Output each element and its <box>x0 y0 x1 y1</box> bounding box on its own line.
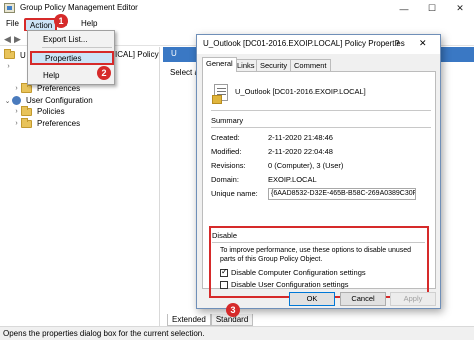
tree-pane: U ICAL] Policy › › Preferences ⌄ User Co… <box>0 47 160 326</box>
status-bar: Opens the properties dialog box for the … <box>0 326 474 340</box>
disable-computer-label: Disable Computer Configuration settings <box>231 268 366 277</box>
tree-item-user-preferences[interactable]: › Preferences <box>12 117 81 128</box>
divider <box>212 242 425 243</box>
chevron-right-icon[interactable]: › <box>12 120 21 127</box>
user-configuration-icon <box>12 96 21 105</box>
maximize-button[interactable]: ☐ <box>418 0 446 17</box>
tree-root-label-suffix: ICAL] Policy <box>115 50 159 59</box>
unique-name-field[interactable]: {6AAD8532-D32E-465B-B58C-269A0389C30F} <box>268 188 416 200</box>
main-window-title: Group Policy Management Editor <box>20 3 138 12</box>
domain-label: Domain: <box>211 175 239 184</box>
menu-item-label: Properties <box>45 54 82 63</box>
modified-label: Modified: <box>211 147 242 156</box>
tab-comment[interactable]: Comment <box>290 59 331 71</box>
disable-user-row[interactable]: Disable User Configuration settings <box>220 280 349 289</box>
menu-separator <box>42 47 112 48</box>
menu-help[interactable]: Help <box>81 19 97 28</box>
chevron-right-icon[interactable]: › <box>12 85 21 92</box>
menu-bar: File Action v Help <box>0 17 474 32</box>
tree-item-label: Preferences <box>37 84 81 93</box>
right-pane-text: Select a <box>170 68 199 77</box>
created-value: 2-11-2020 21:48:46 <box>268 133 333 142</box>
chevron-down-icon[interactable]: ⌄ <box>3 97 12 105</box>
tab-links[interactable]: Links <box>233 59 259 71</box>
disable-label: Disable <box>212 231 238 240</box>
disable-computer-row[interactable]: Disable Computer Configuration settings <box>220 267 366 277</box>
forward-arrow-icon[interactable]: ▶ <box>14 34 21 45</box>
menu-file[interactable]: File <box>6 19 19 28</box>
app-icon <box>4 3 15 13</box>
disable-user-checkbox[interactable] <box>220 280 228 289</box>
chevron-right-icon[interactable]: › <box>12 108 21 115</box>
divider <box>211 110 431 111</box>
tree-item-label: User Configuration <box>26 96 93 105</box>
menu-item-label: Export List... <box>43 35 88 44</box>
main-title-bar: Group Policy Management Editor — ☐ ✕ <box>0 0 474 17</box>
revisions-label: Revisions: <box>211 161 246 170</box>
disable-description: To improve performance, use these option… <box>220 247 412 263</box>
folder-icon <box>21 105 32 116</box>
modified-value: 2-11-2020 22:04:48 <box>268 147 333 156</box>
gpo-name: U_Outlook [DC01-2016.EXOIP.LOCAL] <box>235 87 366 96</box>
folder-icon <box>21 82 32 93</box>
properties-dialog: U_Outlook [DC01-2016.EXOIP.LOCAL] Policy… <box>196 34 441 317</box>
right-pane-title: U <box>171 49 177 58</box>
dialog-title: U_Outlook [DC01-2016.EXOIP.LOCAL] Policy… <box>203 39 405 48</box>
close-icon[interactable]: ✕ <box>419 38 427 49</box>
domain-value: EXOIP.LOCAL <box>268 175 317 184</box>
close-button[interactable]: ✕ <box>446 0 474 17</box>
menu-item-export-list[interactable]: Export List... <box>28 33 114 47</box>
tree-root[interactable]: U <box>2 48 26 62</box>
tree-item-label: Policies <box>37 107 65 116</box>
unique-name-label: Unique name: <box>211 189 258 198</box>
tree-expander[interactable]: › <box>4 63 13 70</box>
created-label: Created: <box>211 133 240 142</box>
cancel-button[interactable]: Cancel <box>340 292 386 306</box>
disable-user-label: Disable User Configuration settings <box>231 280 349 289</box>
apply-button[interactable]: Apply <box>390 292 436 306</box>
help-icon[interactable]: ? <box>395 39 399 48</box>
tree-root-suffix: ICAL] Policy <box>115 50 159 59</box>
tree-item-label: Preferences <box>37 119 81 128</box>
step-badge-2: 2 <box>97 66 111 80</box>
gpo-icon <box>212 84 228 104</box>
general-tab-panel: U_Outlook [DC01-2016.EXOIP.LOCAL] Summar… <box>202 71 436 317</box>
tree-root-label-prefix: U <box>20 50 26 60</box>
chevron-right-icon[interactable]: › <box>4 63 13 70</box>
step-badge-3: 3 <box>226 303 240 317</box>
tree-item-user-policies[interactable]: › Policies <box>12 105 65 116</box>
summary-label: Summary <box>211 116 244 125</box>
view-tabs: Extended Standard <box>167 314 254 326</box>
minimize-button[interactable]: — <box>390 0 418 17</box>
gpo-folder-icon <box>4 49 15 59</box>
tab-general[interactable]: General <box>202 57 237 72</box>
menu-item-label: Help <box>43 71 60 80</box>
divider <box>211 127 431 128</box>
step-badge-1: 1 <box>54 14 68 28</box>
ok-button[interactable]: OK <box>289 292 335 306</box>
tab-extended[interactable]: Extended <box>167 314 211 326</box>
disable-computer-checkbox[interactable] <box>220 267 228 277</box>
menu-item-properties[interactable]: Properties <box>30 51 114 65</box>
back-arrow-icon[interactable]: ◀ <box>4 34 11 45</box>
status-text: Opens the properties dialog box for the … <box>3 329 205 338</box>
tree-item-user-configuration[interactable]: ⌄ User Configuration <box>3 96 93 105</box>
dialog-title-bar: U_Outlook [DC01-2016.EXOIP.LOCAL] Policy… <box>197 35 440 54</box>
revisions-value: 0 (Computer), 3 (User) <box>268 161 344 170</box>
window-controls: — ☐ ✕ <box>390 0 474 17</box>
tree-item-computer-preferences[interactable]: › Preferences <box>12 82 81 93</box>
tab-security[interactable]: Security <box>256 59 292 71</box>
folder-icon <box>21 117 32 128</box>
